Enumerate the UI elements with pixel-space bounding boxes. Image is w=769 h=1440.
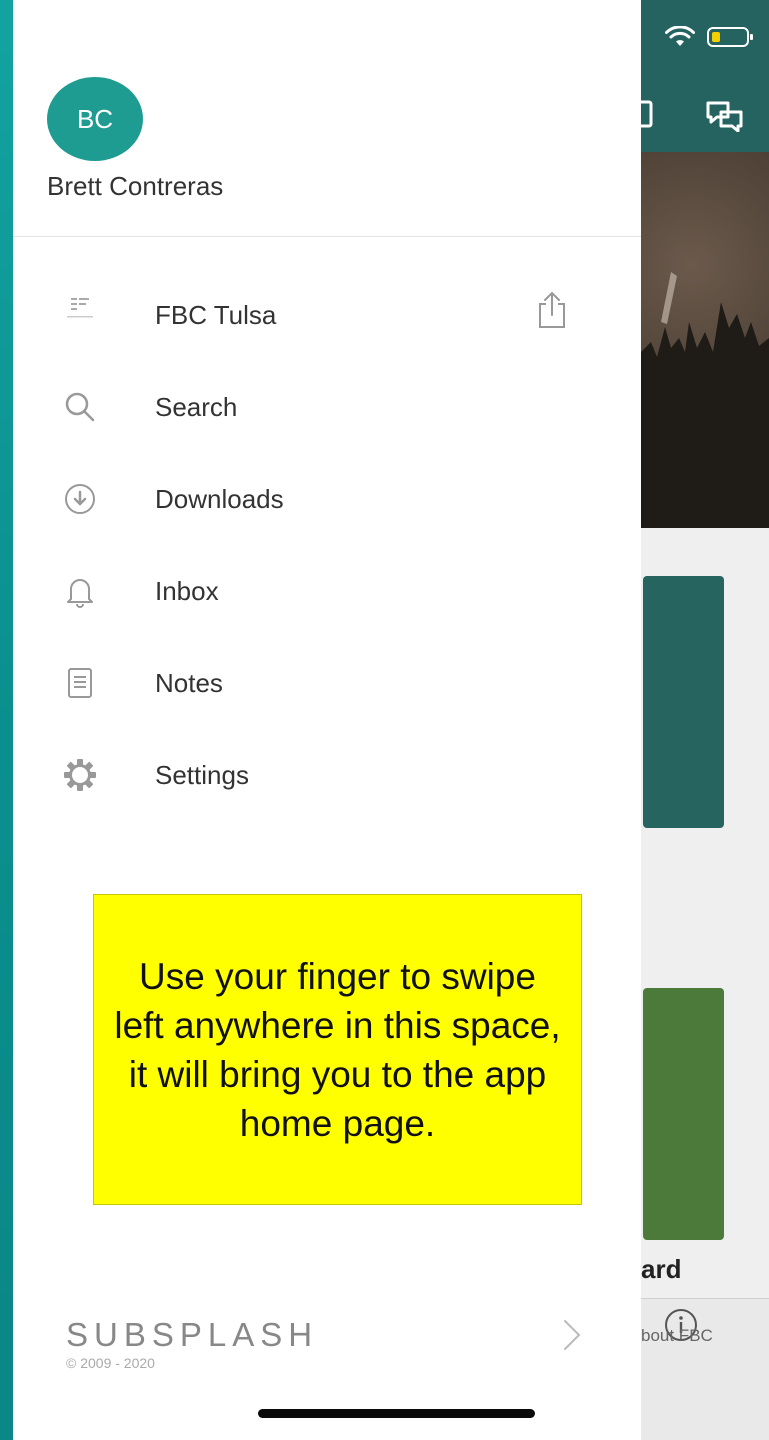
menu-label: Downloads — [155, 484, 284, 514]
chevron-right-icon[interactable] — [561, 1318, 583, 1352]
home-indicator[interactable] — [258, 1409, 535, 1418]
copyright-text: © 2009 - 2020 — [66, 1355, 155, 1371]
background-app[interactable]: ard bout FBC — [641, 0, 769, 1440]
menu-label: Settings — [155, 760, 249, 790]
instruction-callout-text: Use your finger to swipe left anywhere i… — [114, 955, 561, 1144]
user-name: Brett Contreras — [47, 171, 224, 201]
menu-item-inbox[interactable]: Inbox — [13, 552, 641, 632]
background-hero-image — [641, 152, 769, 528]
avatar[interactable]: BC — [47, 77, 143, 161]
background-card-green[interactable] — [643, 988, 724, 1240]
background-app-header — [641, 0, 769, 152]
wifi-icon — [665, 26, 695, 46]
menu-item-downloads[interactable]: Downloads — [13, 460, 641, 540]
avatar-initials: BC — [76, 103, 114, 134]
background-card-label: ard — [641, 1254, 682, 1284]
menu-label: Inbox — [155, 576, 219, 606]
download-icon — [63, 482, 97, 516]
gear-icon — [63, 758, 97, 792]
search-icon — [63, 390, 97, 424]
navigation-drawer[interactable]: BC Brett Contreras FBC Tulsa Search Down… — [13, 0, 641, 1440]
menu-item-settings[interactable]: Settings — [13, 736, 641, 816]
menu-label: Search — [155, 392, 238, 422]
background-tab-bar — [641, 1298, 769, 1440]
menu-item-notes[interactable]: Notes — [13, 644, 641, 724]
share-icon[interactable] — [535, 290, 569, 330]
subsplash-logo: SUBSPLASH — [66, 1316, 319, 1353]
instruction-callout: Use your finger to swipe left anywhere i… — [93, 894, 582, 1205]
menu-item-search[interactable]: Search — [13, 368, 641, 448]
background-edge-strip — [0, 0, 13, 1440]
fellowship-logo-icon — [63, 296, 97, 330]
notes-icon — [63, 666, 97, 700]
square-icon[interactable] — [641, 100, 659, 128]
tab-about-label[interactable]: bout FBC — [641, 1326, 713, 1346]
menu-item-fbc-tulsa[interactable]: FBC Tulsa — [13, 276, 641, 356]
menu-label: Notes — [155, 668, 223, 698]
chat-icon[interactable] — [705, 100, 745, 132]
background-card-teal[interactable] — [643, 576, 724, 828]
battery-icon — [707, 27, 753, 47]
bell-icon — [63, 574, 97, 608]
trees-silhouette — [641, 272, 769, 528]
menu-label: FBC Tulsa — [155, 300, 277, 330]
status-bar-icons — [665, 26, 753, 48]
divider — [13, 236, 641, 237]
